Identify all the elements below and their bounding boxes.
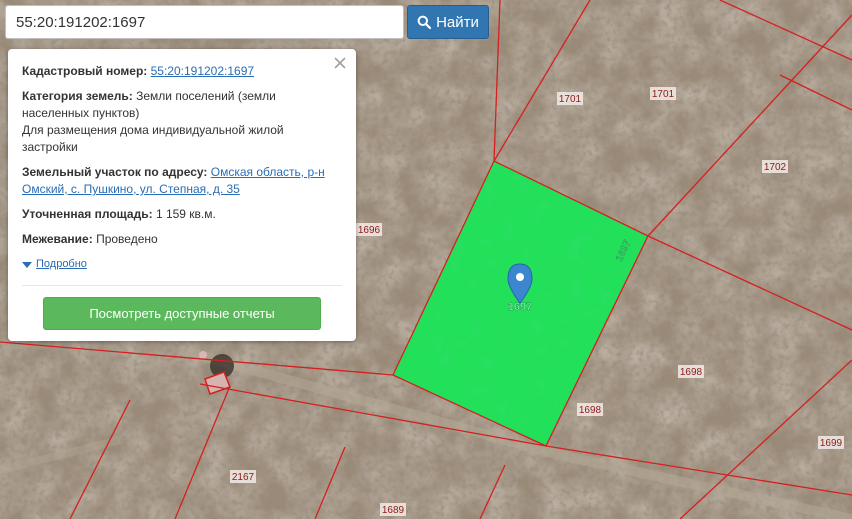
parcel-label-1696[interactable]: 1696 (356, 223, 382, 236)
search-button[interactable]: Найти (407, 5, 489, 39)
area-value: 1 159 кв.м. (155, 207, 216, 221)
svg-text:2167: 2167 (232, 472, 255, 483)
view-reports-button[interactable]: Посмотреть доступные отчеты (43, 297, 321, 330)
parcel-label-1698b[interactable]: 1698 (577, 403, 603, 416)
survey-row: Межевание: Проведено (22, 231, 342, 248)
svg-text:1698: 1698 (579, 405, 602, 416)
svg-text:1702: 1702 (764, 162, 787, 173)
address-row: Земельный участок по адресу: Омская обла… (22, 164, 342, 198)
parcel-label-1699[interactable]: 1699 (818, 436, 844, 449)
parcel-label-1701a[interactable]: 1701 (557, 92, 583, 105)
svg-text:1698: 1698 (680, 367, 703, 378)
cadastral-number-link[interactable]: 55:20:191202:1697 (151, 64, 254, 78)
search-input[interactable] (5, 5, 404, 39)
area-row: Уточненная площадь: 1 159 кв.м. (22, 206, 342, 223)
parcel-label-2167[interactable]: 2167 (230, 470, 256, 483)
panel-divider (22, 285, 342, 286)
svg-text:1689: 1689 (382, 505, 405, 516)
close-icon[interactable] (332, 55, 348, 71)
svg-text:1701: 1701 (559, 94, 582, 105)
search-button-label: Найти (436, 13, 479, 31)
svg-text:1699: 1699 (820, 438, 843, 449)
category-row: Категория земель: Земли поселений (земли… (22, 88, 342, 156)
survey-label: Межевание: (22, 232, 93, 246)
details-link[interactable]: Подробно (36, 256, 87, 273)
cadastral-row: Кадастровый номер: 55:20:191202:1697 (22, 63, 342, 80)
parcel-info-panel: Кадастровый номер: 55:20:191202:1697 Кат… (8, 49, 356, 341)
address-label: Земельный участок по адресу: (22, 165, 208, 179)
parcel-label-1701b[interactable]: 1701 (650, 87, 676, 100)
building-dot (199, 351, 207, 359)
parcel-label-1689[interactable]: 1689 (380, 503, 406, 516)
svg-text:1696: 1696 (358, 225, 381, 236)
area-label: Уточненная площадь: (22, 207, 153, 221)
cadastral-label: Кадастровый номер: (22, 64, 148, 78)
survey-value: Проведено (96, 232, 158, 246)
usage-value: Для размещения дома индивидуальной жилой… (22, 123, 284, 154)
category-label: Категория земель: (22, 89, 133, 103)
parcel-label-1698a[interactable]: 1698 (678, 365, 704, 378)
details-toggle[interactable]: Подробно (22, 256, 342, 273)
search-icon (417, 15, 432, 29)
caret-down-icon (22, 261, 32, 268)
parcel-label-1702[interactable]: 1702 (762, 160, 788, 173)
svg-text:1701: 1701 (652, 89, 675, 100)
